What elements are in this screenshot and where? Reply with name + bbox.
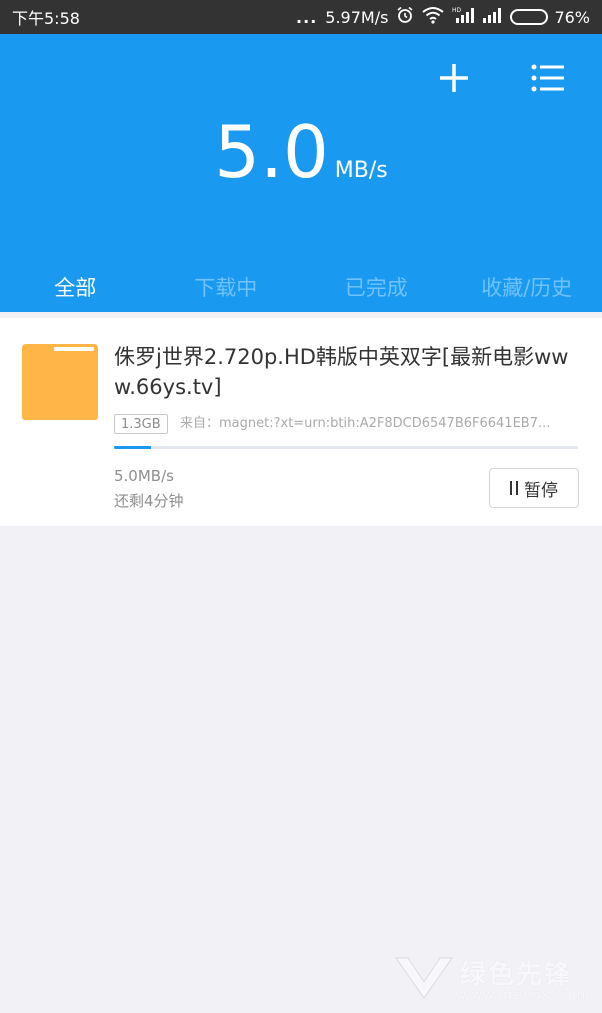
watermark: 绿色先锋 www.greenxf.com — [394, 950, 594, 1008]
download-progress-bar — [114, 446, 578, 449]
current-speed: 5.0 MB/s — [0, 116, 602, 188]
status-net-speed: 5.97M/s — [325, 7, 389, 27]
tab-favorites-history[interactable]: 收藏/历史 — [452, 270, 602, 306]
status-time: 下午5:58 — [12, 9, 80, 28]
pause-icon — [510, 481, 518, 495]
signal-icon — [482, 6, 502, 28]
svg-text:HD: HD — [452, 7, 462, 14]
menu-icon — [531, 64, 564, 92]
add-button[interactable] — [434, 58, 474, 98]
download-item[interactable]: 侏罗j世界2.720p.HD韩版中英双字[最新电影www.66ys.tv] 1.… — [0, 318, 602, 526]
status-bar: 下午5:58 ... 5.97M/s HD 76% — [0, 0, 602, 34]
pause-label: 暂停 — [524, 480, 558, 501]
download-speed: 5.0MB/s — [114, 467, 174, 485]
wifi-icon — [422, 6, 445, 28]
tab-all[interactable]: 全部 — [0, 270, 151, 306]
status-left: 下午5:58 — [12, 5, 80, 29]
status-dots: ... — [296, 7, 318, 27]
download-title: 侏罗j世界2.720p.HD韩版中英双字[最新电影www.66ys.tv] — [114, 345, 569, 399]
download-progress-fill — [114, 446, 152, 449]
folder-icon — [22, 344, 98, 420]
app-screen: 下午5:58 ... 5.97M/s HD 76% 5.0 MB/s 全部 下载… — [0, 0, 602, 1013]
signal-hd-icon: HD — [452, 6, 475, 28]
file-size-badge: 1.3GB — [114, 414, 168, 434]
battery-icon: 76% — [510, 8, 590, 27]
time-remaining: 还剩4分钟 — [114, 492, 184, 510]
speed-header: 5.0 MB/s 全部 下载中 已完成 收藏/历史 — [0, 34, 602, 312]
greenxf-logo-icon — [395, 957, 453, 999]
tab-completed[interactable]: 已完成 — [301, 270, 452, 306]
watermark-url: www.greenxf.com — [460, 988, 591, 1003]
battery-body — [510, 9, 549, 25]
speed-value: 5.0 — [214, 110, 329, 194]
alarm-icon — [396, 6, 414, 28]
tab-downloading[interactable]: 下载中 — [151, 270, 302, 306]
status-right: ... 5.97M/s HD 76% — [296, 6, 590, 28]
download-tabs: 全部 下载中 已完成 收藏/历史 — [0, 270, 602, 306]
battery-percent: 76% — [554, 7, 590, 27]
source-link: 来自：magnet:?xt=urn:btih:A2F8DCD6547B6F664… — [180, 416, 551, 431]
pause-button[interactable]: 暂停 — [489, 468, 579, 508]
plus-icon — [440, 64, 468, 92]
speed-unit: MB/s — [334, 158, 388, 183]
watermark-text: 绿色先锋 — [460, 960, 573, 990]
menu-button[interactable] — [528, 60, 568, 96]
